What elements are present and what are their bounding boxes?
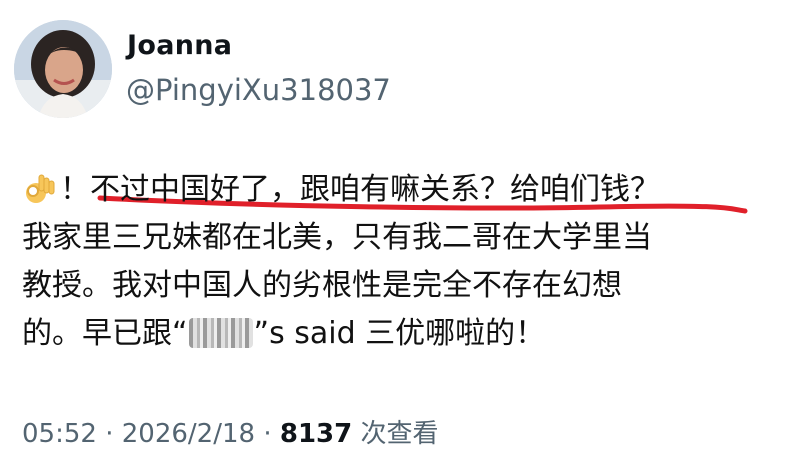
tweet-line-1: ！不过中国好了，跟咱有嘛关系？给咱们钱？ [22,166,792,214]
avatar-photo [14,20,112,118]
tweet-line-3: 教授。我对中国人的劣根性是完全不存在幻想 [22,268,622,303]
tweet-line-4-start: 的。早已跟“ [22,316,188,351]
author-handle[interactable]: @PingyiXu318037 [126,73,391,107]
censored-text-blur [188,318,253,348]
meta-separator: · [255,419,280,449]
tweet-time[interactable]: 05:52 [22,419,97,449]
tweet-line-2: 我家里三兄妹都在北美，只有我二哥在大学里当 [22,220,652,255]
author-name[interactable]: Joanna [127,30,232,61]
view-count[interactable]: 8137 [280,419,352,449]
tweet-text: ！不过中国好了，跟咱有嘛关系？给咱们钱？ 我家里三兄妹都在北美，只有我二哥在大学… [22,166,792,358]
ok-hand-icon [26,174,55,203]
tweet-line-1-text: ！不过中国好了，跟咱有嘛关系？给咱们钱？ [60,172,660,207]
meta-separator: · [96,419,122,449]
avatar[interactable] [14,20,112,118]
tweet-line-4: 的。早已跟“ ”s said 三优哪啦的！ [22,310,792,358]
tweet-line-4-end: ”s said 三优哪啦的！ [253,316,546,351]
view-count-label: 次查看 [352,419,439,449]
tweet-meta: 05:52 · 2026/2/18 · 8137 次查看 [22,413,439,450]
tweet-date[interactable]: 2026/2/18 [122,419,255,449]
